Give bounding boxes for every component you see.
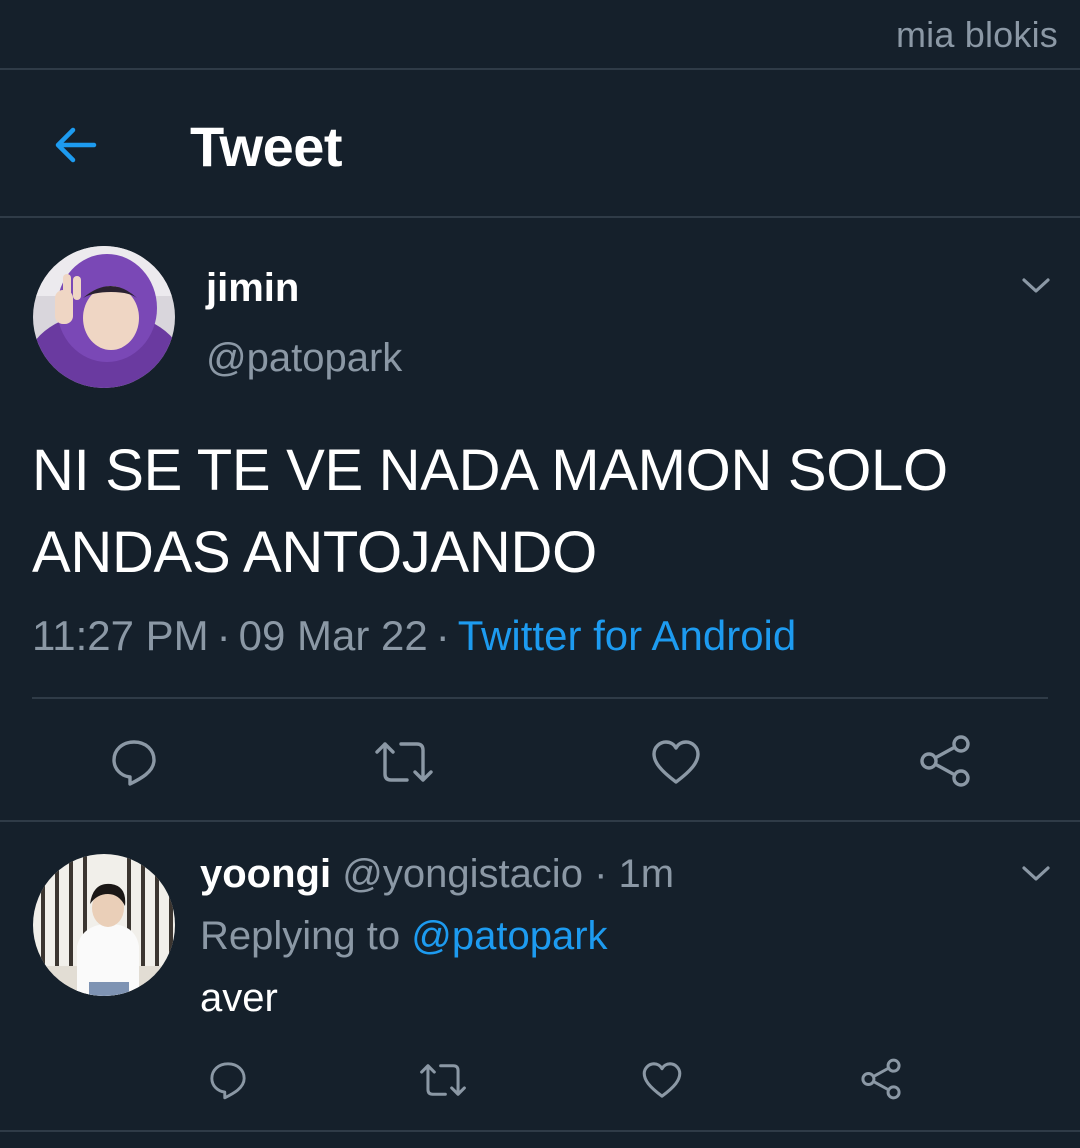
- reply-like-button[interactable]: [638, 1056, 686, 1104]
- tweet-text-line: NI SE TE VE NADA MAMON SOLO: [32, 438, 948, 503]
- bottom-divider: [0, 1130, 1080, 1132]
- tweet-text: NI SE TE VE NADA MAMON SOLO ANDAS ANTOJA…: [32, 430, 1052, 594]
- reply-icon: [210, 1062, 246, 1100]
- tweet-meta: 11:27 PM · 09 Mar 22 · Twitter for Android: [32, 612, 796, 660]
- author-name[interactable]: jimin: [206, 266, 299, 311]
- reply-author-handle[interactable]: @yongistacio: [342, 852, 583, 896]
- reply-icon: [112, 740, 156, 786]
- reply-retweet-button[interactable]: [416, 1056, 470, 1104]
- arrow-left-icon: [55, 127, 97, 163]
- like-icon: [652, 740, 700, 784]
- reply-author-name[interactable]: yoongi: [200, 852, 331, 896]
- reply-text: aver: [200, 976, 278, 1020]
- author-handle[interactable]: @patopark: [206, 336, 402, 381]
- replying-to-label: Replying to: [200, 914, 401, 958]
- back-button[interactable]: [46, 116, 104, 174]
- tweet-menu-button[interactable]: [1018, 268, 1054, 304]
- tweet-date: 09 Mar 22: [238, 612, 428, 659]
- tweet-text-line: ANDAS ANTOJANDO: [32, 520, 597, 585]
- header-divider: [0, 216, 1080, 218]
- meta-separator: ·: [435, 612, 450, 659]
- reply-reply-button[interactable]: [204, 1056, 252, 1104]
- reply-share-button[interactable]: [856, 1054, 906, 1104]
- tweet-time: 11:27 PM: [32, 612, 209, 659]
- replying-to-handle[interactable]: @patopark: [411, 914, 607, 958]
- chevron-down-icon: [1022, 866, 1050, 881]
- reply-author-avatar[interactable]: [33, 854, 175, 996]
- retweet-button[interactable]: [372, 732, 436, 792]
- share-button[interactable]: [914, 730, 976, 792]
- actions-divider: [0, 820, 1080, 822]
- like-icon: [642, 1062, 682, 1098]
- retweet-icon: [375, 742, 433, 782]
- author-avatar[interactable]: [33, 246, 175, 388]
- reply-age: 1m: [618, 852, 675, 896]
- share-icon: [920, 735, 970, 787]
- tweet-source-link[interactable]: Twitter for Android: [458, 612, 796, 659]
- share-icon: [861, 1058, 901, 1100]
- like-button[interactable]: [646, 732, 706, 792]
- reply-menu-button[interactable]: [1018, 856, 1054, 892]
- page-title: Tweet: [190, 115, 343, 178]
- reply-button[interactable]: [104, 732, 164, 792]
- reply-header: yoongi @yongistacio · 1m: [200, 852, 674, 897]
- top-divider: [0, 68, 1080, 70]
- chevron-down-icon: [1022, 278, 1050, 293]
- replying-to: Replying to @patopark: [200, 914, 608, 959]
- meta-separator: ·: [594, 852, 608, 896]
- tweet-divider: [32, 697, 1048, 699]
- meta-separator: ·: [216, 612, 231, 659]
- retweet-icon: [420, 1064, 466, 1096]
- status-label: mia blokis: [895, 14, 1058, 55]
